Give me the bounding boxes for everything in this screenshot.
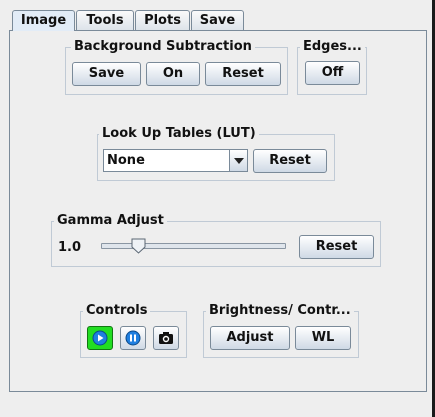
tab-plots[interactable]: Plots bbox=[135, 10, 190, 30]
play-button[interactable] bbox=[87, 326, 113, 350]
bg-on-button[interactable]: On bbox=[146, 62, 200, 86]
tab-tools[interactable]: Tools bbox=[76, 10, 134, 30]
brightness-contrast-title: Brightness/ Contr... bbox=[206, 303, 354, 319]
camera-icon bbox=[159, 332, 173, 344]
play-icon bbox=[92, 330, 108, 346]
bg-save-button[interactable]: Save bbox=[72, 62, 141, 86]
tab-image[interactable]: Image bbox=[12, 10, 75, 31]
controls-title: Controls bbox=[83, 303, 151, 319]
chevron-down-icon[interactable] bbox=[229, 150, 247, 171]
edges-title: Edges... bbox=[300, 39, 365, 55]
lut-select[interactable]: None bbox=[103, 149, 248, 172]
wl-button[interactable]: WL bbox=[295, 326, 351, 350]
gamma-slider-track[interactable] bbox=[101, 243, 286, 249]
gamma-value: 1.0 bbox=[58, 240, 82, 255]
gamma-reset-button[interactable]: Reset bbox=[299, 235, 374, 259]
lut-title: Look Up Tables (LUT) bbox=[99, 126, 259, 142]
background-subtraction-title: Background Subtraction bbox=[71, 39, 255, 55]
tab-save[interactable]: Save bbox=[191, 10, 244, 30]
snapshot-button[interactable] bbox=[153, 326, 179, 350]
pause-button[interactable] bbox=[120, 326, 146, 350]
bg-reset-button[interactable]: Reset bbox=[205, 62, 281, 86]
lut-reset-button[interactable]: Reset bbox=[253, 149, 327, 173]
adjust-button[interactable]: Adjust bbox=[210, 326, 290, 350]
edges-off-button[interactable]: Off bbox=[305, 61, 360, 85]
lut-selected-value: None bbox=[107, 153, 145, 168]
gamma-title: Gamma Adjust bbox=[54, 213, 167, 229]
gamma-slider-thumb[interactable] bbox=[131, 238, 146, 254]
pause-icon bbox=[125, 330, 141, 346]
